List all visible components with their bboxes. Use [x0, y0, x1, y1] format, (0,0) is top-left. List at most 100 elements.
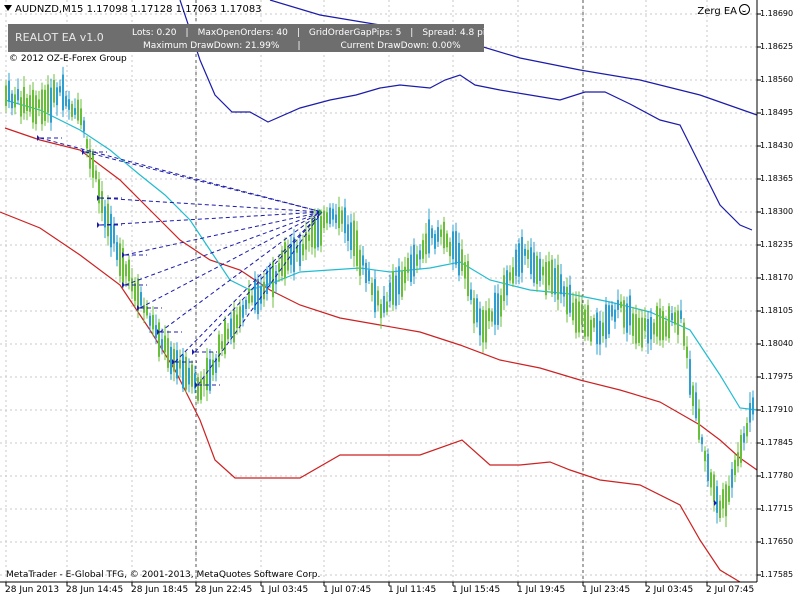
candle-body [299, 242, 301, 266]
candle-body [725, 484, 727, 517]
separator: | [410, 28, 414, 38]
candle-body [17, 89, 19, 101]
price-label: 1.17585 [760, 570, 794, 579]
candle-body [449, 241, 451, 257]
candle-body [182, 354, 184, 389]
candle-body [692, 385, 694, 407]
candle-body [365, 262, 367, 283]
candle-body [515, 249, 517, 276]
grid-gap-value: GridOrderGapPips: 5 [308, 28, 402, 38]
candle-body [656, 306, 658, 337]
candle-body [422, 240, 424, 259]
order-line [99, 197, 323, 213]
candle-body [77, 99, 79, 121]
candle-body [467, 261, 469, 297]
candle-body [584, 309, 586, 337]
spread-value: Spread: 4.8 pips [422, 28, 496, 38]
candle-body [587, 305, 589, 337]
order-arrow [192, 349, 195, 355]
candle-body [563, 286, 565, 297]
candle-body [491, 311, 493, 322]
candle-body [386, 301, 388, 312]
candle-body [671, 313, 673, 321]
candle-body [752, 397, 754, 415]
candle-body [506, 270, 508, 296]
ea-info-panel: REALOT EA v1.0 Lots: 0.20 | MaxOpenOrders:… [8, 24, 496, 52]
time-label: 28 Jun 2013 [5, 585, 60, 595]
candle-body [398, 266, 400, 295]
candle-body [110, 213, 112, 248]
chart-canvas[interactable] [0, 0, 800, 600]
price-label: 1.18105 [760, 306, 794, 315]
candle-body [500, 295, 502, 317]
candle-body [689, 359, 691, 395]
candle-body [341, 210, 343, 224]
candle-body [674, 312, 676, 325]
candle-body [629, 295, 631, 326]
expert-advisor-label[interactable]: Zerg EA [697, 4, 750, 17]
candle-body [503, 275, 505, 302]
candle-body [542, 266, 544, 276]
current-drawdown-value: Current DrawDown: 0.00% [340, 41, 461, 51]
symbol-header: AUDNZD,M15 1.17098 1.17128 1.17063 1.170… [4, 4, 262, 15]
candle-body [605, 304, 607, 339]
candle-body [350, 222, 352, 251]
candle-body [410, 254, 412, 282]
candle-body [707, 453, 709, 481]
candle-body [431, 228, 433, 239]
candle-body [362, 255, 364, 266]
candle-body [554, 268, 556, 295]
time-label: 2 Jul 07:45 [706, 585, 755, 595]
candle-body [401, 270, 403, 297]
candle-body [620, 301, 622, 308]
candle-body [452, 231, 454, 260]
candle-body [701, 437, 703, 445]
candle-body [698, 408, 700, 440]
candle-body [596, 312, 598, 345]
candle-body [722, 489, 724, 509]
candle-body [473, 298, 475, 324]
candle-body [662, 311, 664, 341]
candle-body [710, 472, 712, 488]
candle-body [623, 300, 625, 328]
candle-body [389, 282, 391, 302]
candle-body [653, 322, 655, 335]
candle-body [14, 94, 16, 108]
candle-body [650, 316, 652, 340]
price-label: 1.18625 [760, 42, 794, 51]
candle-body [734, 459, 736, 476]
candle-body [368, 270, 370, 282]
candle-body [245, 299, 247, 309]
candle-body [539, 258, 541, 281]
candle-body [344, 207, 346, 234]
dropdown-triangle-icon[interactable] [4, 5, 12, 11]
candle-body [317, 216, 319, 248]
candle-body [440, 229, 442, 237]
order-line [194, 211, 323, 353]
candle-body [89, 149, 91, 169]
candle-body [62, 74, 64, 111]
candle-body [461, 249, 463, 272]
candle-body [71, 104, 73, 117]
time-label: 28 Jun 18:45 [131, 585, 189, 595]
order-line [39, 137, 323, 213]
price-label: 1.18560 [760, 75, 794, 84]
candle-body [593, 318, 595, 328]
candle-body [614, 309, 616, 322]
candle-body [713, 474, 715, 502]
candle-body [26, 98, 28, 112]
candle-body [392, 271, 394, 305]
time-label: 1 Jul 07:45 [323, 585, 372, 595]
candle-body [512, 267, 514, 284]
price-label: 1.17910 [760, 405, 794, 414]
candle-body [566, 286, 568, 315]
candle-body [737, 452, 739, 467]
candle-body [482, 309, 484, 343]
price-label: 1.18430 [760, 141, 794, 150]
price-label: 1.18365 [760, 174, 794, 183]
candle-body [269, 267, 271, 285]
candle-body [302, 243, 304, 256]
candle-body [197, 377, 199, 401]
candle-body [218, 334, 220, 362]
price-label: 1.17845 [760, 438, 794, 447]
